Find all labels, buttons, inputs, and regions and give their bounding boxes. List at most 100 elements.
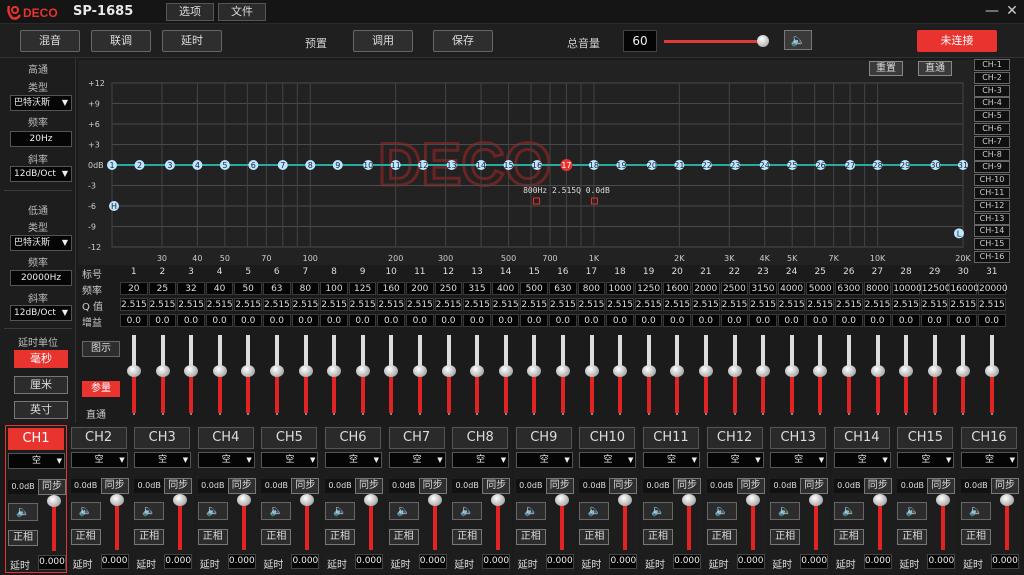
fader-knob[interactable] [384, 365, 399, 377]
table-cell[interactable]: 0.0 [663, 314, 691, 327]
speaker-icon[interactable]: 🔈 [325, 502, 355, 520]
table-cell[interactable]: 0.0 [120, 314, 148, 327]
channel-delay-field[interactable]: 0.000 [609, 554, 638, 569]
channel-phase-button[interactable]: 正相 [261, 529, 292, 545]
channel-volume-knob[interactable] [682, 494, 696, 506]
speaker-icon[interactable]: 🔈 [706, 502, 737, 520]
channel-name-button[interactable]: CH3 [134, 427, 191, 449]
highpass-freq-field[interactable]: 20Hz [10, 131, 72, 147]
fader-knob[interactable] [241, 365, 256, 377]
bypass-button[interactable]: 直通 [918, 61, 952, 76]
eq-fader[interactable] [384, 335, 399, 415]
channel-name-button[interactable]: CH16 [961, 427, 1017, 449]
channel-source-select[interactable]: 空 ▼ [70, 452, 128, 468]
eq-fader[interactable] [813, 335, 828, 415]
table-cell[interactable]: 80 [291, 282, 320, 295]
table-cell[interactable]: 2.515 [291, 298, 320, 311]
table-cell[interactable]: 32 [177, 282, 205, 295]
channel-name-button[interactable]: CH4 [197, 427, 254, 449]
channel-delay-field[interactable]: 0.000 [227, 554, 256, 569]
table-cell[interactable]: 0.0 [148, 314, 177, 327]
menu-file[interactable]: 文件 [218, 3, 266, 21]
channel-delay-field[interactable]: 0.000 [736, 554, 765, 569]
speaker-icon[interactable]: 🔈 [452, 502, 483, 520]
table-cell[interactable]: 2.515 [320, 298, 348, 311]
delay-unit-ms-button[interactable]: 毫秒 [14, 350, 68, 368]
speaker-icon[interactable]: 🔈 [197, 502, 228, 520]
fader-knob[interactable] [870, 365, 885, 377]
eq-fader[interactable] [155, 335, 170, 415]
fader-knob[interactable] [184, 365, 199, 377]
table-cell[interactable]: 2.515 [634, 298, 663, 311]
eq-fader[interactable] [727, 335, 742, 415]
eq-fader[interactable] [184, 335, 199, 415]
channel-name-button[interactable]: CH6 [325, 427, 381, 449]
eq-fader[interactable] [212, 335, 227, 415]
channel-phase-button[interactable]: 正相 [197, 529, 228, 545]
graph-view-button[interactable]: 图示 [82, 341, 120, 357]
channel-phase-button[interactable]: 正相 [961, 529, 991, 545]
table-cell[interactable]: 2.515 [177, 298, 205, 311]
channel-delay-field[interactable]: 0.000 [164, 554, 193, 569]
delay-button[interactable]: 延时 [162, 30, 222, 52]
fader-knob[interactable] [527, 365, 542, 377]
reset-button[interactable]: 重置 [869, 61, 903, 76]
table-cell[interactable]: 2.515 [806, 298, 834, 311]
channel-volume-knob[interactable] [427, 494, 442, 506]
table-cell[interactable]: 0.0 [205, 314, 234, 327]
table-cell[interactable]: 2.515 [549, 298, 577, 311]
channel-phase-button[interactable]: 正相 [770, 529, 801, 545]
table-cell[interactable]: 20 [120, 282, 148, 295]
channel-phase-button[interactable]: 正相 [515, 529, 546, 545]
table-cell[interactable]: 0.0 [291, 314, 320, 327]
lowpass-type-select[interactable]: 巴特沃斯 ▼ [10, 235, 72, 251]
recall-button[interactable]: 调用 [353, 30, 413, 52]
master-volume-knob[interactable] [757, 35, 769, 47]
fader-knob[interactable] [699, 365, 713, 377]
eq-fader[interactable] [699, 335, 713, 415]
ch-list-item[interactable]: CH-4 [974, 97, 1010, 110]
channel-sync-button[interactable]: 同步 [38, 479, 66, 495]
fader-knob[interactable] [784, 365, 799, 377]
table-cell[interactable]: 2.515 [949, 298, 977, 311]
channel-volume-knob[interactable] [936, 494, 951, 506]
table-cell[interactable]: 400 [491, 282, 520, 295]
table-cell[interactable]: 0.0 [892, 314, 920, 327]
table-cell[interactable]: 3150 [749, 282, 777, 295]
fader-knob[interactable] [270, 365, 284, 377]
channel-sync-button[interactable]: 同步 [927, 478, 956, 494]
table-cell[interactable]: 2.515 [978, 298, 1006, 311]
ch-list-item[interactable]: CH-1 [974, 59, 1010, 71]
ch-list-item[interactable]: CH-10 [974, 174, 1010, 187]
table-cell[interactable]: 0.0 [835, 314, 863, 327]
channel-source-select[interactable]: 空 ▼ [325, 452, 382, 468]
channel-phase-button[interactable]: 正相 [706, 529, 737, 545]
close-icon[interactable]: ✕ [1002, 2, 1022, 20]
channel-name-button[interactable]: CH15 [897, 427, 954, 449]
speaker-icon[interactable]: 🔈 [70, 502, 101, 520]
fader-knob[interactable] [327, 365, 342, 377]
eq-fader[interactable] [985, 335, 999, 415]
speaker-icon[interactable]: 🔈 [770, 502, 801, 520]
channel-delay-field[interactable]: 0.000 [991, 554, 1019, 569]
bypass-label[interactable]: 直通 [86, 406, 106, 421]
fader-knob[interactable] [813, 365, 828, 377]
eq-fader[interactable] [127, 335, 141, 415]
channel-name-button[interactable]: CH7 [388, 427, 445, 449]
table-cell[interactable]: 2.515 [148, 298, 177, 311]
eq-fader[interactable] [241, 335, 256, 415]
eq-fader[interactable] [670, 335, 685, 415]
save-button[interactable]: 保存 [433, 30, 493, 52]
link-button[interactable]: 联调 [91, 30, 151, 52]
eq-graph[interactable]: DECO +12 +9 +6 +3 0dB -3 -6 -9 -12 30 40 50 70 100 200 3… [78, 60, 973, 265]
table-cell[interactable]: 2.515 [663, 298, 691, 311]
channel-volume-knob[interactable] [236, 494, 251, 506]
table-cell[interactable]: 0.0 [177, 314, 205, 327]
speaker-icon[interactable]: 🔈 [833, 502, 864, 520]
channel-volume-knob[interactable] [554, 494, 569, 506]
table-cell[interactable]: 2.515 [205, 298, 234, 311]
channel-sync-button[interactable]: 同步 [736, 478, 765, 494]
channel-volume-knob[interactable] [47, 495, 61, 507]
minimize-icon[interactable]: — [982, 2, 1002, 20]
fader-knob[interactable] [670, 365, 685, 377]
